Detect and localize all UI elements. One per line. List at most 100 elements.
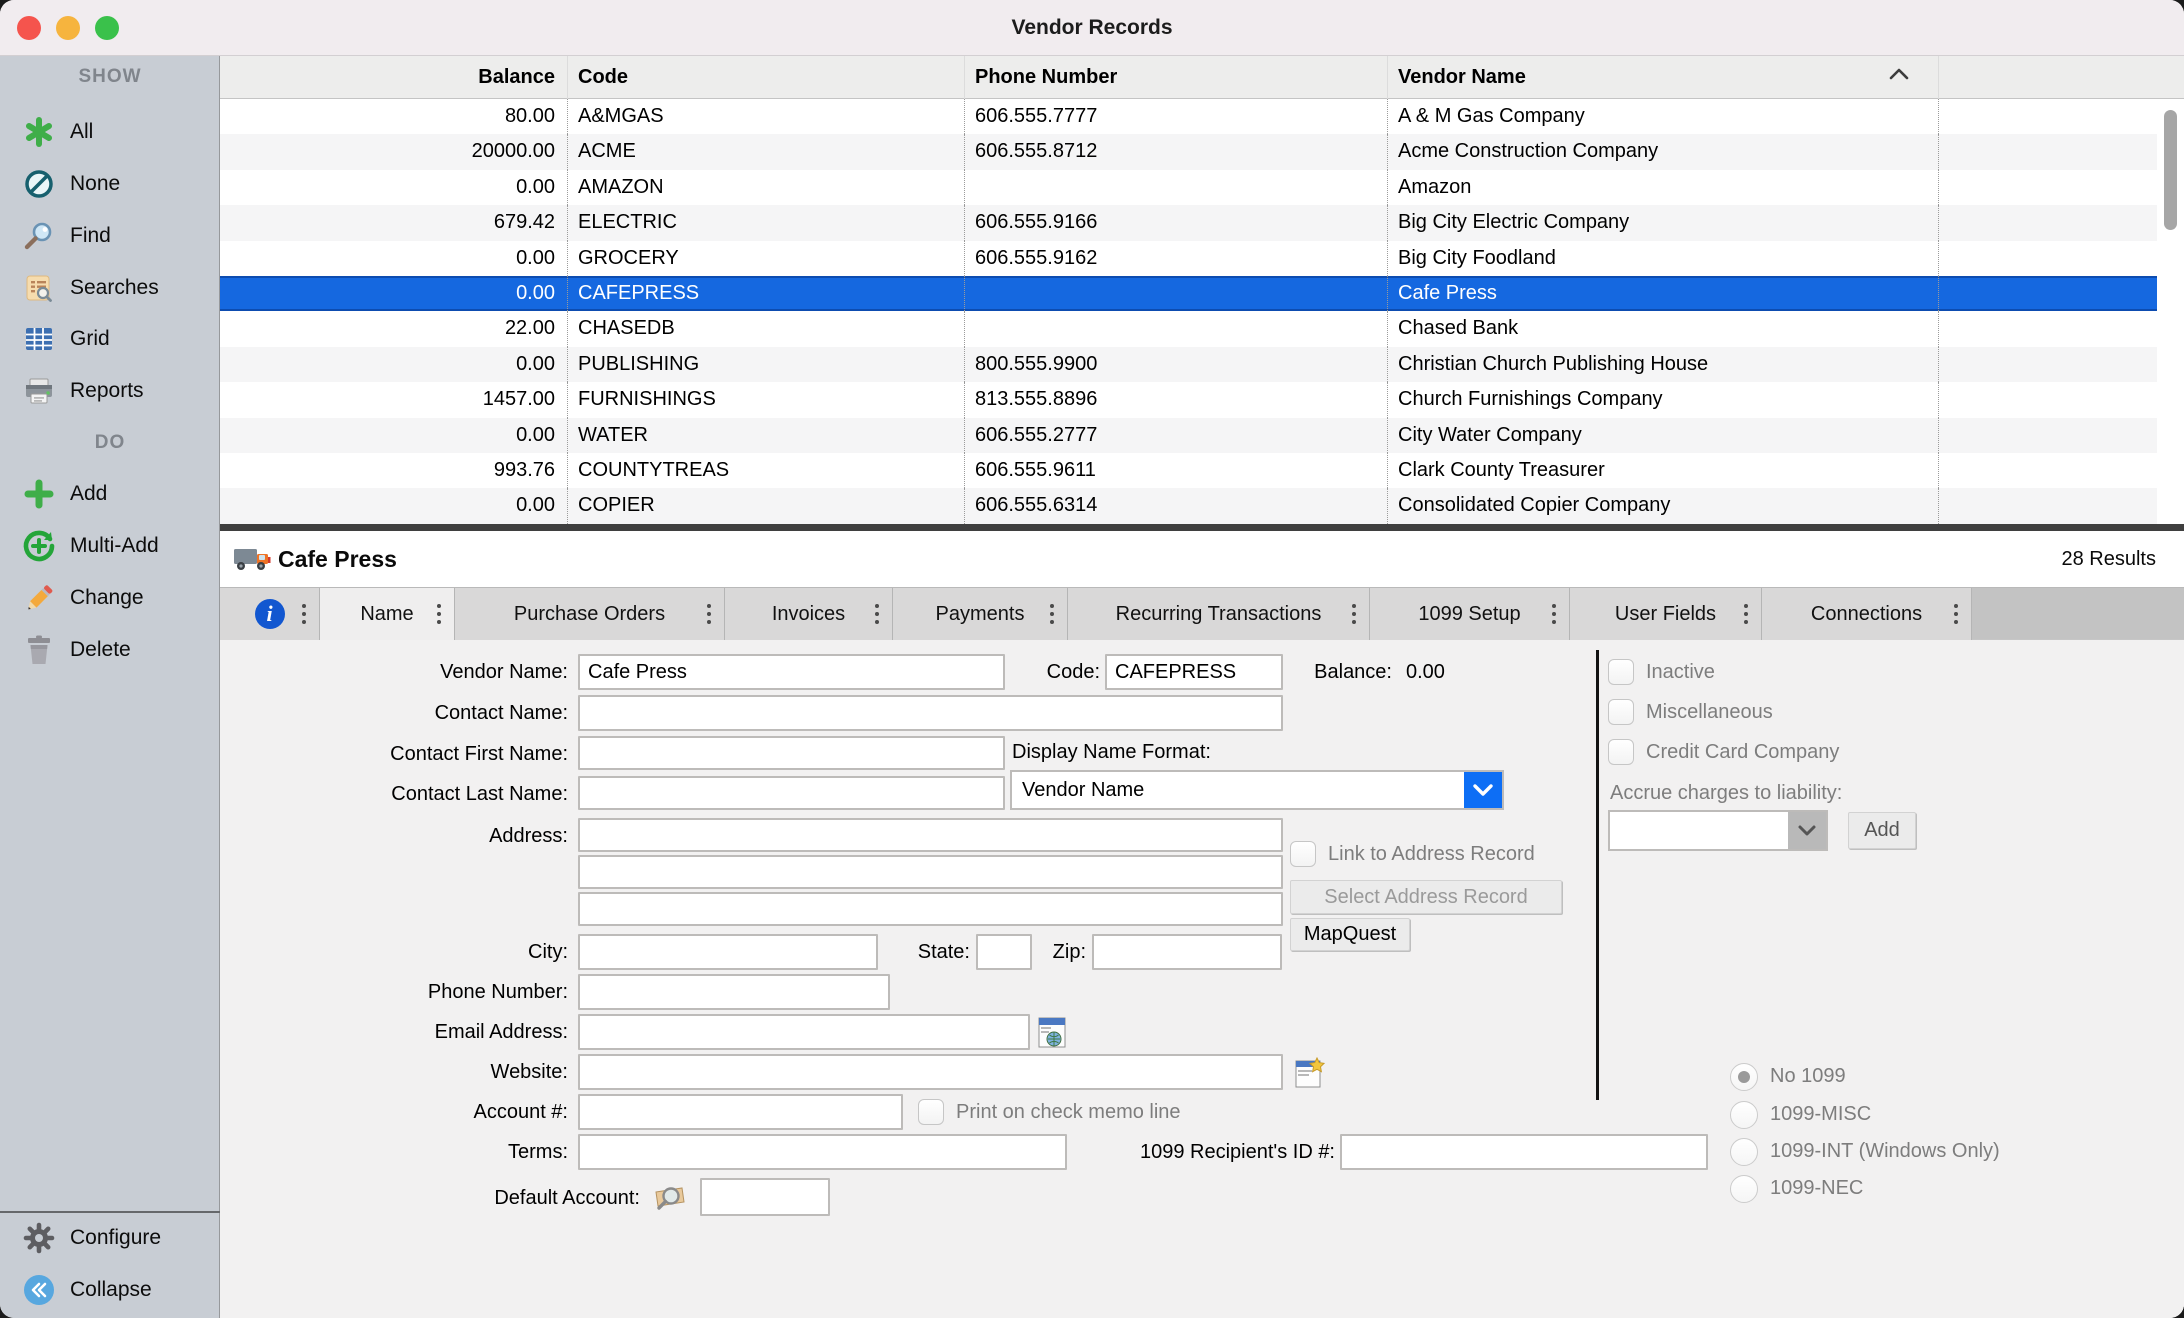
results-count: 28 Results [2062,531,2157,587]
sidebar-item-add[interactable]: Add [0,474,220,514]
sidebar-item-change[interactable]: Change [0,578,220,618]
chevron-down-icon[interactable] [1788,812,1826,849]
cell-name: City Water Company [1388,418,1939,453]
sidebar-item-none[interactable]: None [0,164,220,204]
link-address-checkbox[interactable] [1290,841,1316,867]
column-header-phone[interactable]: Phone Number [965,56,1388,99]
cell-code: A&MGAS [568,99,965,134]
contact-first-name-field[interactable] [578,736,1005,770]
balance-value: 0.00 [1406,654,1526,690]
printer-icon [22,374,56,408]
tab-invoices[interactable]: Invoices [725,588,893,640]
phone-number-field[interactable] [578,974,890,1010]
credit-card-company-checkbox[interactable] [1608,739,1634,765]
tab-purchase-orders[interactable]: Purchase Orders [455,588,725,640]
cell-phone: 606.555.2777 [965,418,1388,453]
sidebar-item-find[interactable]: Find [0,216,220,256]
tab-payments[interactable]: Payments [893,588,1068,640]
column-header-vendor-name[interactable]: Vendor Name [1388,56,1939,99]
table-row[interactable]: 20000.00ACME606.555.8712Acme Constructio… [220,134,2157,169]
terms-field[interactable] [578,1134,1067,1170]
account-number-field[interactable] [578,1094,903,1130]
contact-last-name-field[interactable] [578,776,1005,810]
vendor-name-field[interactable] [578,654,1005,690]
website-label: Website: [220,1054,568,1090]
table-row[interactable]: 0.00GROCERY606.555.9162Big City Foodland [220,241,2157,276]
accrue-liability-label: Accrue charges to liability: [1610,775,1842,811]
cell-phone: 606.555.6314 [965,488,1388,523]
table-row[interactable]: 1457.00FURNISHINGS813.555.8896Church Fur… [220,382,2157,417]
tab-label: Connections [1811,603,1922,626]
display-name-format-select[interactable]: Vendor Name [1010,770,1504,810]
tab-label: Recurring Transactions [1116,603,1322,626]
cell-balance: 0.00 [220,241,568,276]
address-line2-field[interactable] [578,855,1283,889]
table-row[interactable]: 0.00AMAZONAmazon [220,170,2157,205]
contact-name-field[interactable] [578,695,1283,731]
no-1099-radio[interactable] [1730,1063,1758,1091]
sidebar-item-reports[interactable]: Reports [0,371,220,411]
tab-info[interactable]: i [220,588,320,640]
grip-dots-icon [1050,612,1054,616]
default-account-field[interactable] [700,1178,830,1216]
table-row[interactable]: 22.00CHASEDBChased Bank [220,311,2157,346]
balance-label: Balance: [1280,654,1392,690]
code-field[interactable] [1105,654,1283,690]
1099-int-radio[interactable] [1730,1138,1758,1166]
1099-misc-radio[interactable] [1730,1101,1758,1129]
tab-connections[interactable]: Connections [1762,588,1972,640]
recipient-id-field[interactable] [1340,1134,1708,1170]
vertical-scrollbar[interactable] [2164,110,2177,230]
sidebar-item-collapse[interactable]: Collapse [0,1270,220,1310]
select-address-record-button[interactable]: Select Address Record [1290,880,1562,914]
sidebar-item-multi-add[interactable]: Multi-Add [0,526,220,566]
table-row[interactable]: 80.00A&MGAS606.555.7777A & M Gas Company [220,99,2157,134]
account-number-label: Account #: [220,1094,568,1130]
cell-empty [1939,170,2157,205]
city-field[interactable] [578,934,878,970]
zip-field[interactable] [1092,934,1282,970]
1099-nec-radio[interactable] [1730,1175,1758,1203]
tab-recurring-transactions[interactable]: Recurring Transactions [1068,588,1370,640]
address-line3-field[interactable] [578,892,1283,926]
tab-user-fields[interactable]: User Fields [1570,588,1762,640]
table-row[interactable]: 993.76COUNTYTREAS606.555.9611Clark Count… [220,453,2157,488]
sidebar-item-searches[interactable]: Searches [0,268,220,308]
website-field[interactable] [578,1054,1283,1090]
cell-name: Big City Foodland [1388,241,1939,276]
open-website-icon[interactable] [1295,1057,1325,1088]
miscellaneous-checkbox[interactable] [1608,699,1634,725]
table-row[interactable]: 0.00PUBLISHING800.555.9900Christian Chur… [220,347,2157,382]
cell-code: ACME [568,134,965,169]
table-row[interactable]: 0.00CAFEPRESSCafe Press [220,276,2157,311]
table-row[interactable]: 0.00WATER606.555.2777City Water Company [220,418,2157,453]
sidebar-item-label: All [70,120,93,144]
cell-phone: 606.555.9611 [965,453,1388,488]
tab-name[interactable]: Name [320,588,455,640]
column-header-code[interactable]: Code [568,56,965,99]
tab-1099-setup[interactable]: 1099 Setup [1370,588,1570,640]
table-row[interactable]: 679.42ELECTRIC606.555.9166Big City Elect… [220,205,2157,240]
split-divider[interactable] [220,524,2184,531]
link-address-label: Link to Address Record [1328,836,1535,872]
address-line1-field[interactable] [578,818,1283,852]
email-app-icon[interactable] [1038,1017,1066,1048]
cell-empty [1939,453,2157,488]
sidebar-item-configure[interactable]: Configure [0,1218,220,1258]
sidebar-item-all[interactable]: All [0,112,220,152]
account-lookup-icon[interactable] [652,1182,688,1214]
cell-phone: 606.555.8712 [965,134,1388,169]
table-row[interactable]: 0.00COPIER606.555.6314Consolidated Copie… [220,488,2157,523]
mapquest-button[interactable]: MapQuest [1290,918,1410,951]
cell-empty [1939,241,2157,276]
accrue-add-button[interactable]: Add [1848,812,1916,849]
chevron-down-icon[interactable] [1464,772,1502,808]
column-header-balance[interactable]: Balance [220,56,568,99]
sidebar-item-delete[interactable]: Delete [0,630,220,670]
email-address-field[interactable] [578,1014,1030,1050]
inactive-checkbox[interactable] [1608,659,1634,685]
sidebar-item-grid[interactable]: Grid [0,319,220,359]
sidebar-item-label: Multi-Add [70,534,159,558]
accrue-liability-select[interactable] [1608,810,1828,851]
print-memo-checkbox[interactable] [918,1099,944,1125]
